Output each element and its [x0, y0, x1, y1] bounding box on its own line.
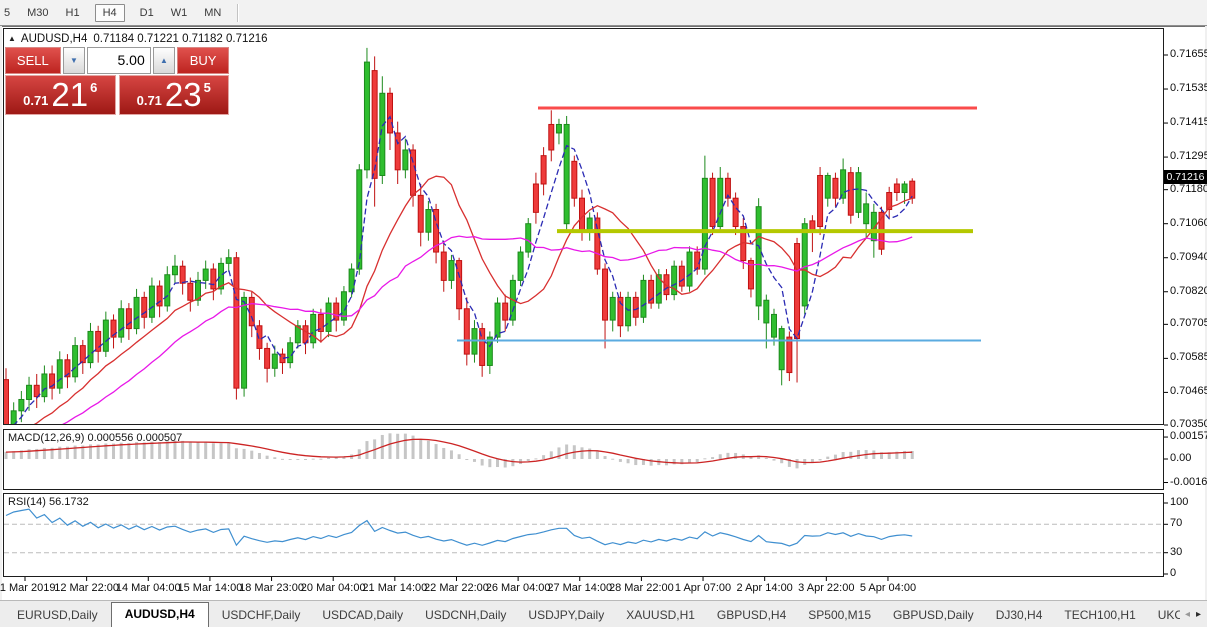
tab-gbpusd-daily[interactable]: GBPUSD,Daily: [882, 603, 985, 627]
ask-price-prefix: 0.71: [136, 93, 162, 108]
volume-input[interactable]: 5.00: [87, 47, 151, 74]
date-tick-label: 26 Mar 04:00: [485, 582, 551, 594]
date-tick-label: 20 Mar 04:00: [300, 582, 366, 594]
price-tick-label: 0.70820: [1170, 284, 1207, 297]
price-tick-label: 0.71295: [1170, 150, 1207, 163]
symbol-header: ▲ AUDUSD,H4 0.71184 0.71221 0.71182 0.7121…: [8, 33, 268, 45]
price-tick-label: 0.71535: [1170, 82, 1207, 95]
tab-scroll-right-icon[interactable]: ▸: [1196, 609, 1201, 620]
date-tick-label: 14 Mar 04:00: [115, 582, 181, 594]
tf-d1-button[interactable]: D1: [138, 5, 156, 21]
macd-scale-label: 0.00: [1170, 452, 1192, 464]
rsi-scale-label: 0: [1170, 567, 1177, 579]
tab-usdchf-daily[interactable]: USDCHF,Daily: [211, 603, 312, 627]
macd-label: MACD(12,26,9) 0.000556 0.000507: [8, 432, 183, 444]
price-tick-label: 0.70705: [1170, 317, 1207, 330]
bid-price-pip: 6: [90, 80, 98, 95]
collapse-triangle-icon[interactable]: ▲: [8, 34, 16, 43]
date-tick-label: 11 Mar 2019: [0, 582, 56, 594]
bid-price-prefix: 0.71: [23, 93, 49, 108]
symbol-tabbar: EURUSD,Daily AUDUSD,H4 USDCHF,Daily USDCAD,…: [0, 600, 1207, 627]
tab-ukc[interactable]: UKC: [1147, 603, 1180, 627]
one-click-trade-panel: SELL ▼ 5.00 ▲ BUY 0.71 21 6 0.71 23 5: [5, 47, 229, 115]
macd-scale-label: -0.001692: [1170, 475, 1207, 488]
ask-price-pip: 5: [203, 80, 211, 95]
tf-m5-button[interactable]: 5: [2, 5, 12, 21]
date-tick-label: 1 Apr 07:00: [674, 582, 732, 594]
date-tick-label: 3 Apr 22:00: [798, 582, 855, 594]
tf-m30-button[interactable]: M30: [25, 5, 50, 21]
tab-audusd-h4[interactable]: AUDUSD,H4: [110, 602, 209, 627]
tab-usdcnh-daily[interactable]: USDCNH,Daily: [414, 603, 517, 627]
rsi-scale-label: 30: [1170, 545, 1183, 558]
tab-tech100-h1[interactable]: TECH100,H1: [1053, 603, 1146, 627]
tab-gbpusd-h4[interactable]: GBPUSD,H4: [706, 603, 797, 627]
macd-scale-label: 0.001579: [1170, 430, 1207, 443]
date-tick-label: 2 Apr 14:00: [736, 582, 793, 594]
ask-price-big: 23: [164, 76, 202, 113]
tf-h1-button[interactable]: H1: [64, 5, 82, 21]
price-tick-label: 0.70350: [1170, 418, 1207, 430]
sell-button[interactable]: SELL: [5, 47, 61, 74]
date-tick-label: 18 Mar 23:00: [239, 582, 304, 594]
tf-h4-button[interactable]: H4: [94, 3, 125, 22]
price-tick-label: 0.70465: [1170, 385, 1207, 398]
bid-quote-panel[interactable]: 0.71 21 6: [5, 75, 116, 115]
tab-scroll-arrows: ◂ ▸: [1181, 601, 1204, 627]
price-tick-label: 0.71655: [1170, 48, 1207, 60]
tf-w1-button[interactable]: W1: [169, 5, 190, 21]
tab-xauusd-h1[interactable]: XAUUSD,H1: [615, 603, 706, 627]
date-tick-label: 21 Mar 14:00: [362, 582, 428, 594]
date-tick-label: 15 Mar 14:00: [177, 582, 243, 594]
date-tick-label: 5 Apr 04:00: [859, 582, 917, 594]
timeframe-toolbar: 5 M30 H1 H4 D1 W1 MN: [0, 0, 1207, 26]
date-tick-label: 12 Mar 22:00: [54, 582, 120, 594]
price-tick-label: 0.71415: [1170, 116, 1207, 129]
tab-usdjpy-daily[interactable]: USDJPY,Daily: [517, 603, 615, 627]
rsi-panel[interactable]: [3, 493, 1164, 577]
date-tick-label: 28 Mar 22:00: [608, 582, 674, 594]
ask-quote-panel[interactable]: 0.71 23 5: [118, 75, 229, 115]
buy-button[interactable]: BUY: [177, 47, 229, 74]
tab-scroll-left-icon[interactable]: ◂: [1185, 609, 1190, 620]
tab-usdcad-daily[interactable]: USDCAD,Daily: [311, 603, 414, 627]
date-tick-label: 27 Mar 14:00: [547, 582, 613, 594]
volume-decrease-button[interactable]: ▼: [62, 47, 86, 74]
price-tick-label: 0.70585: [1170, 351, 1207, 364]
volume-increase-button[interactable]: ▲: [152, 47, 176, 74]
price-tick-label: 0.70940: [1170, 250, 1207, 263]
symbol-label: AUDUSD,H4: [20, 33, 88, 45]
date-tick-label: 22 Mar 22:00: [424, 582, 489, 594]
rsi-scale-label: 70: [1170, 517, 1183, 530]
tab-sp500-m15[interactable]: SP500,M15: [797, 603, 882, 627]
tab-eurusd-daily[interactable]: EURUSD,Daily: [6, 603, 109, 627]
tf-mn-button[interactable]: MN: [202, 5, 223, 21]
rsi-label: RSI(14) 56.1732: [8, 496, 89, 508]
price-tick-label: 0.71060: [1170, 216, 1207, 229]
rsi-scale-label: 100: [1170, 496, 1189, 508]
ohlc-values: 0.71184 0.71221 0.71182 0.71216: [93, 33, 268, 45]
price-tick-label: 0.71180: [1170, 182, 1207, 195]
current-price-box: 0.71216: [1164, 170, 1207, 184]
bid-price-big: 21: [51, 76, 89, 113]
tab-dj30-h4[interactable]: DJ30,H4: [985, 603, 1054, 627]
symbol-tabs: EURUSD,Daily AUDUSD,H4 USDCHF,Daily USDCAD,…: [6, 601, 1180, 627]
mt4-window: 5 M30 H1 H4 D1 W1 MN ▲ AUDUSD,H4 0.71184 0…: [0, 0, 1207, 627]
toolbar-separator: [237, 3, 240, 22]
